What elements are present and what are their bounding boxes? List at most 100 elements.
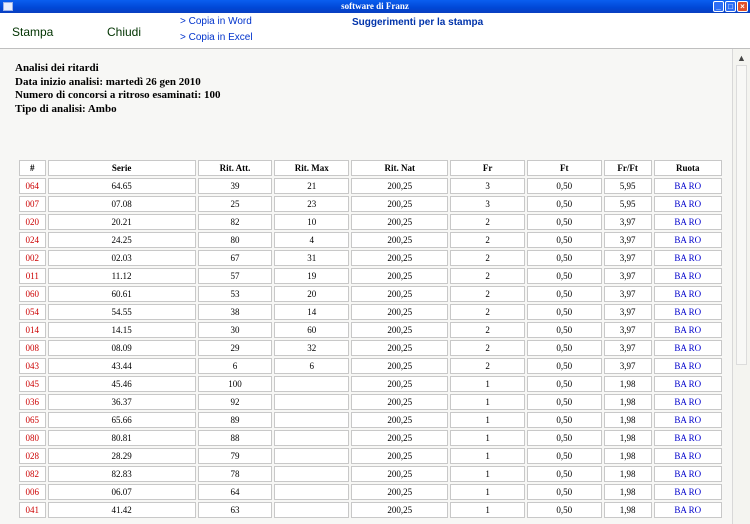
cell-rit-att: 6 [197, 358, 273, 374]
header-rit-max: Rit. Max [274, 160, 350, 176]
cell-number: 008 [19, 340, 46, 356]
cell-rit-att: 57 [197, 268, 273, 284]
cell-ft: 0,50 [526, 322, 602, 338]
cell-number: 060 [19, 286, 46, 302]
table-row: 002 02.03 67 31 200,25 2 0,50 3,97 BA RO [19, 250, 722, 266]
maximize-button[interactable]: □ [725, 1, 736, 12]
table-row: 036 36.37 92 200,25 1 0,50 1,98 BA RO [19, 394, 722, 410]
cell-rit-att: 29 [197, 340, 273, 356]
copia-word-link[interactable]: > Copia in Word [180, 16, 252, 27]
cell-serie: 08.09 [47, 340, 196, 356]
cell-serie: 41.42 [47, 502, 196, 518]
cell-fr-ft: 3,97 [603, 286, 652, 302]
cell-number: 064 [19, 178, 46, 194]
cell-ft: 0,50 [526, 376, 602, 392]
header-fr: Fr [450, 160, 525, 176]
cell-number: 028 [19, 448, 46, 464]
table-row: 024 24.25 80 4 200,25 2 0,50 3,97 BA RO [19, 232, 722, 248]
cell-rit-att: 30 [197, 322, 273, 338]
cell-rit-att: 82 [197, 214, 273, 230]
cell-ft: 0,50 [526, 394, 602, 410]
cell-ruota: BA RO [653, 394, 722, 410]
cell-serie: 02.03 [47, 250, 196, 266]
cell-ruota: BA RO [653, 376, 722, 392]
cell-ft: 0,50 [526, 196, 602, 212]
chiudi-button[interactable]: Chiudi [107, 25, 141, 39]
window-title: software di Franz [341, 1, 409, 11]
cell-rit-att: 88 [197, 430, 273, 446]
cell-rit-max [274, 430, 350, 446]
minimize-button[interactable]: _ [713, 1, 724, 12]
title-bar: software di Franz _ □ × [0, 0, 750, 13]
table-row: 064 64.65 39 21 200,25 3 0,50 5,95 BA RO [19, 178, 722, 194]
cell-fr: 2 [450, 268, 525, 284]
cell-number: 002 [19, 250, 46, 266]
header-ruota: Ruota [653, 160, 722, 176]
cell-fr-ft: 1,98 [603, 484, 652, 500]
cell-rit-max: 19 [274, 268, 350, 284]
table-row: 014 14.15 30 60 200,25 2 0,50 3,97 BA RO [19, 322, 722, 338]
cell-fr: 1 [450, 484, 525, 500]
cell-fr: 1 [450, 430, 525, 446]
cell-fr: 2 [450, 232, 525, 248]
cell-ft: 0,50 [526, 358, 602, 374]
stampa-button[interactable]: Stampa [12, 25, 53, 39]
cell-fr: 2 [450, 286, 525, 302]
cell-rit-max: 21 [274, 178, 350, 194]
cell-rit-nat: 200,25 [351, 448, 449, 464]
cell-rit-att: 80 [197, 232, 273, 248]
cell-rit-max: 31 [274, 250, 350, 266]
table-row: 011 11.12 57 19 200,25 2 0,50 3,97 BA RO [19, 268, 722, 284]
table-row: 006 06.07 64 200,25 1 0,50 1,98 BA RO [19, 484, 722, 500]
cell-fr-ft: 1,98 [603, 448, 652, 464]
table-row: 080 80.81 88 200,25 1 0,50 1,98 BA RO [19, 430, 722, 446]
cell-number: 045 [19, 376, 46, 392]
cell-ft: 0,50 [526, 340, 602, 356]
toolbar: Stampa Chiudi > Copia in Word > Copia in… [0, 13, 750, 48]
table-row: 028 28.29 79 200,25 1 0,50 1,98 BA RO [19, 448, 722, 464]
cell-rit-nat: 200,25 [351, 358, 449, 374]
scroll-up-arrow-icon[interactable]: ▲ [737, 53, 746, 63]
vertical-scrollbar[interactable]: ▲ [732, 49, 750, 524]
cell-serie: 64.65 [47, 178, 196, 194]
cell-rit-att: 63 [197, 502, 273, 518]
cell-rit-max: 14 [274, 304, 350, 320]
cell-rit-max [274, 466, 350, 482]
cell-ft: 0,50 [526, 448, 602, 464]
cell-rit-att: 64 [197, 484, 273, 500]
cell-number: 065 [19, 412, 46, 428]
cell-fr: 2 [450, 304, 525, 320]
scrollbar-thumb[interactable] [736, 65, 747, 365]
cell-fr-ft: 1,98 [603, 376, 652, 392]
cell-rit-att: 100 [197, 376, 273, 392]
cell-fr-ft: 3,97 [603, 214, 652, 230]
cell-ruota: BA RO [653, 286, 722, 302]
header-fr-ft: Fr/Ft [603, 160, 652, 176]
cell-rit-att: 78 [197, 466, 273, 482]
cell-rit-max: 32 [274, 340, 350, 356]
cell-serie: 82.83 [47, 466, 196, 482]
cell-number: 011 [19, 268, 46, 284]
cell-serie: 14.15 [47, 322, 196, 338]
cell-ruota: BA RO [653, 358, 722, 374]
cell-rit-max [274, 502, 350, 518]
cell-ruota: BA RO [653, 250, 722, 266]
cell-ruota: BA RO [653, 268, 722, 284]
cell-serie: 06.07 [47, 484, 196, 500]
cell-ft: 0,50 [526, 286, 602, 302]
cell-fr: 2 [450, 322, 525, 338]
cell-rit-nat: 200,25 [351, 340, 449, 356]
copia-excel-link[interactable]: > Copia in Excel [180, 32, 253, 43]
cell-rit-att: 53 [197, 286, 273, 302]
suggerimenti-link[interactable]: Suggerimenti per la stampa [352, 17, 483, 28]
close-window-button[interactable]: × [737, 1, 748, 12]
cell-ruota: BA RO [653, 232, 722, 248]
cell-number: 041 [19, 502, 46, 518]
cell-number: 024 [19, 232, 46, 248]
table-row: 008 08.09 29 32 200,25 2 0,50 3,97 BA RO [19, 340, 722, 356]
cell-number: 082 [19, 466, 46, 482]
cell-rit-att: 67 [197, 250, 273, 266]
cell-ruota: BA RO [653, 214, 722, 230]
cell-rit-max: 20 [274, 286, 350, 302]
report-header: Analisi dei ritardi Data inizio analisi:… [15, 62, 221, 116]
